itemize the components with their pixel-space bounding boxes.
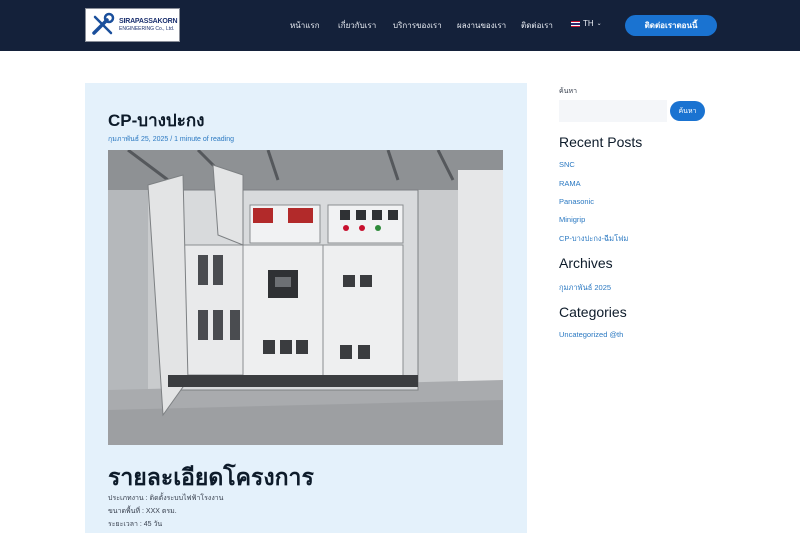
category-link[interactable]: Uncategorized @th	[559, 330, 623, 339]
logo-company-name: SIRAPASSAKORN	[119, 18, 178, 25]
post-featured-image	[108, 150, 503, 445]
project-details-heading: รายละเอียดโครงการ	[108, 464, 314, 490]
detail-work-type: ประเภทงาน : ติดตั้งระบบไฟฟ้าโรงงาน	[108, 495, 224, 502]
recent-post-link[interactable]: CP-บางปะกง-ฉีมโฟม	[559, 233, 628, 245]
post-meta: กุมภาพันธ์ 25, 2025 / 1 minute of readin…	[108, 136, 235, 143]
nav-contact[interactable]: ติดต่อเรา	[521, 19, 553, 32]
logo-company-subtitle: ENGINEERING Co., Ltd.	[119, 26, 175, 32]
archives-title: Archives	[559, 255, 613, 271]
thai-flag-icon	[571, 20, 580, 27]
recent-post-link[interactable]: RAMA	[559, 179, 581, 188]
nav-portfolio[interactable]: ผลงานของเรา	[457, 19, 506, 32]
recent-post-link[interactable]: Panasonic	[559, 197, 594, 206]
chevron-down-icon: ⌄	[596, 21, 602, 27]
recent-posts-title: Recent Posts	[559, 134, 643, 150]
language-switcher[interactable]: TH ⌄	[571, 19, 602, 28]
recent-post-link[interactable]: Minigrip	[559, 215, 585, 224]
contact-now-button[interactable]: ติดต่อเราตอนนี้	[625, 15, 717, 36]
post-title: CP-บางปะกง	[108, 111, 205, 130]
nav-services[interactable]: บริการของเรา	[393, 19, 442, 32]
nav-home[interactable]: หน้าแรก	[290, 19, 320, 32]
detail-duration: ระยะเวลา : 45 วัน	[108, 521, 163, 528]
search-label: ค้นหา	[559, 88, 578, 95]
search-button[interactable]: ค้นหา	[670, 101, 705, 121]
site-header: SIRAPASSAKORN ENGINEERING Co., Ltd. หน้า…	[0, 0, 800, 51]
company-logo[interactable]: SIRAPASSAKORN ENGINEERING Co., Ltd.	[85, 8, 180, 42]
electrical-cabinet-photo	[108, 150, 503, 445]
archive-link[interactable]: กุมภาพันธ์ 2025	[559, 282, 611, 294]
nav-about[interactable]: เกี่ยวกับเรา	[338, 19, 376, 32]
search-input[interactable]	[559, 100, 667, 122]
wrench-logo-icon	[91, 12, 115, 37]
recent-post-link[interactable]: SNC	[559, 160, 575, 169]
detail-area-size: ขนาดพื้นที่ : XXX ตรม.	[108, 508, 177, 515]
categories-title: Categories	[559, 304, 627, 320]
language-label: TH	[583, 19, 594, 28]
